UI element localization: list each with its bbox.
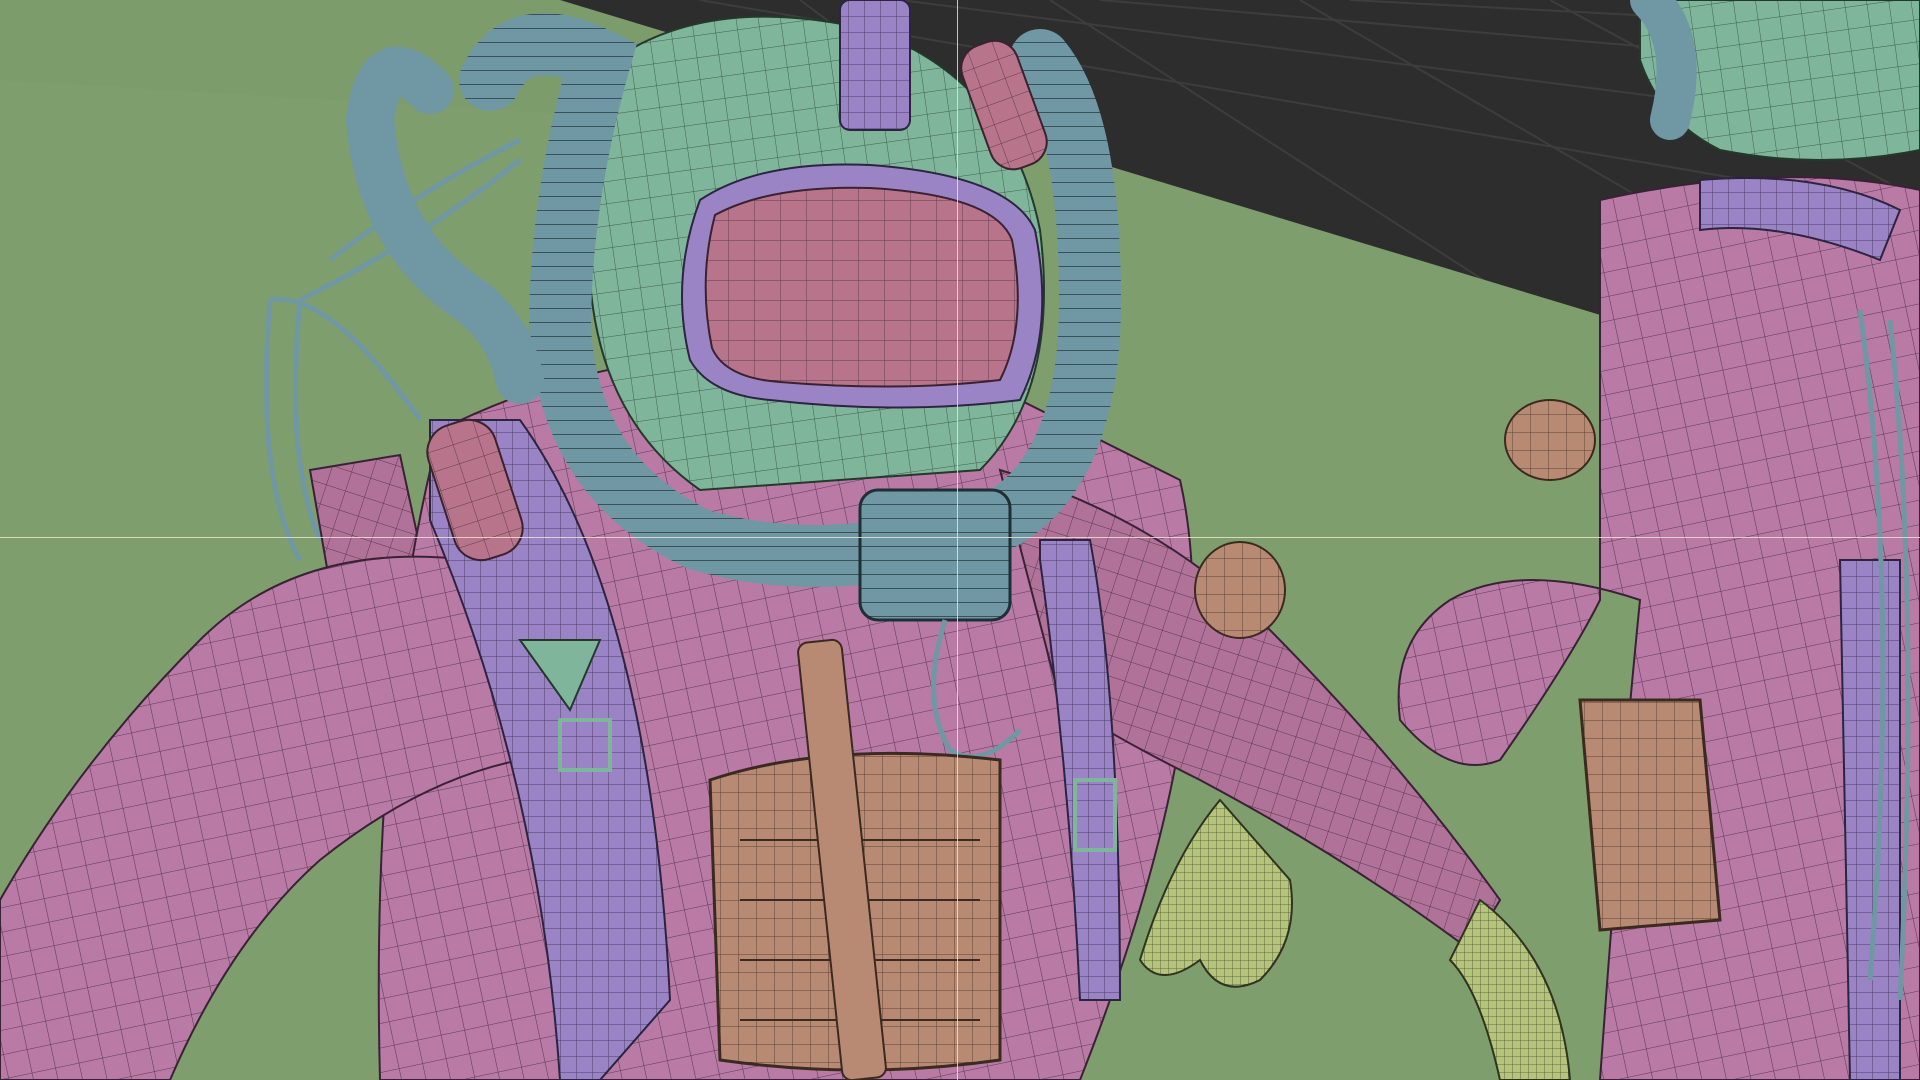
cursor-crosshair-vertical <box>957 0 958 1080</box>
secondary-harness <box>1838 559 1901 1080</box>
secondary-arm-valve <box>1504 399 1596 481</box>
helmet-bracket <box>839 0 911 131</box>
secondary-pouch <box>1578 698 1722 932</box>
cursor-crosshair-horizontal <box>0 537 1920 538</box>
viewport-scene[interactable] <box>0 0 1920 1080</box>
regulator-box <box>858 488 1012 622</box>
arm-valve <box>1194 541 1286 639</box>
3d-viewport[interactable] <box>0 0 1920 1080</box>
visor-glass <box>704 186 1019 388</box>
